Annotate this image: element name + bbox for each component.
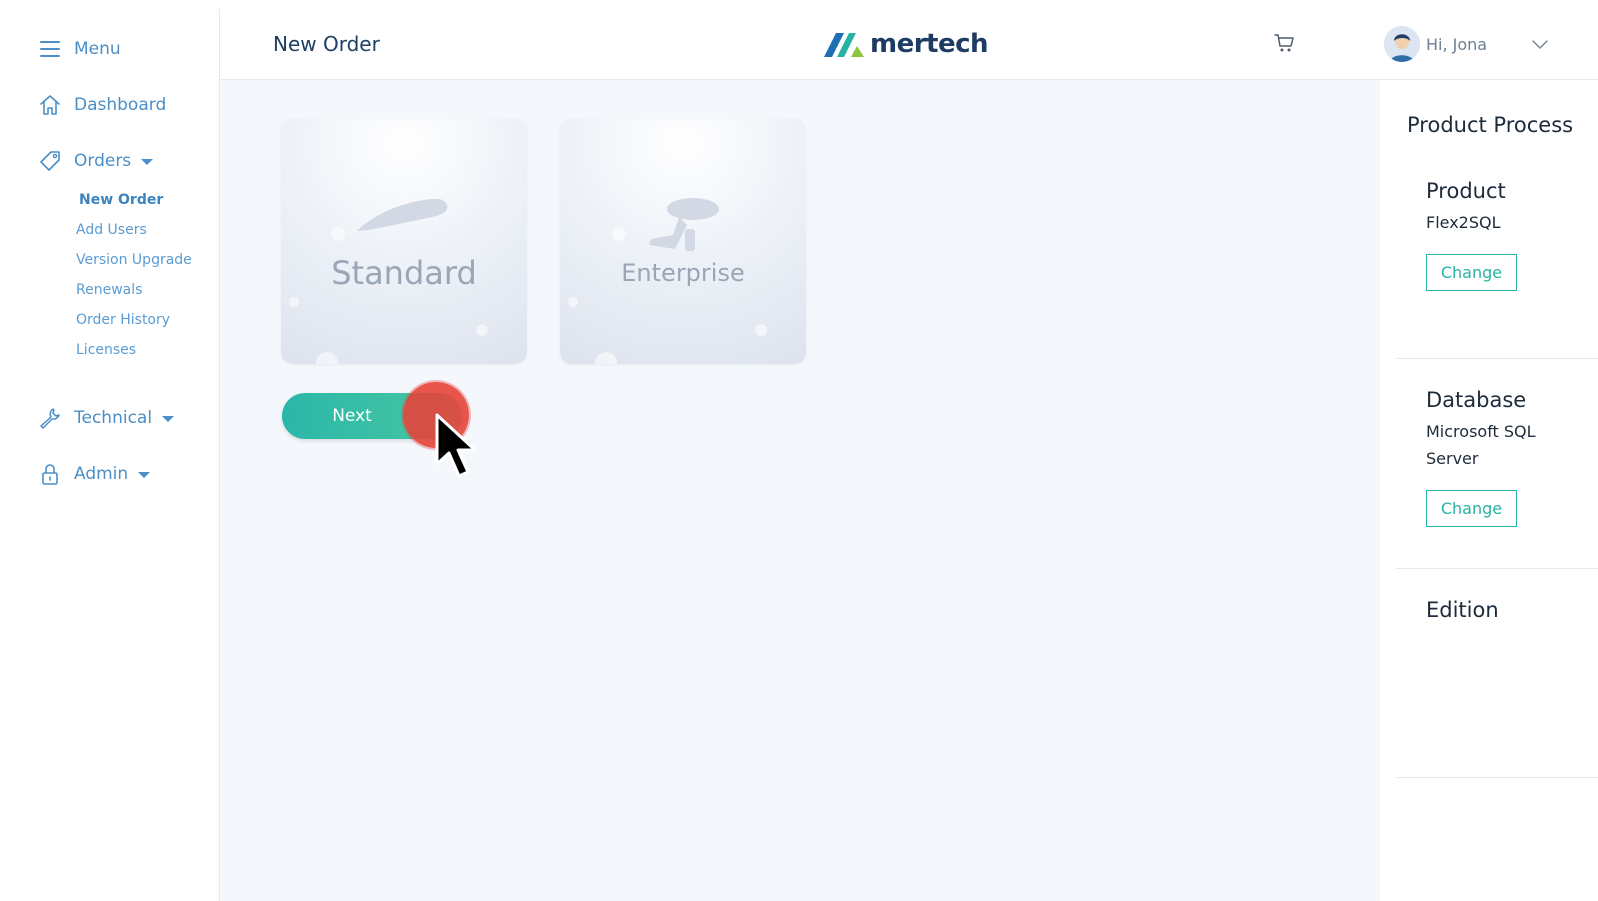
edition-label-enterprise: Enterprise: [621, 259, 745, 287]
panel-title: Product Process: [1407, 113, 1574, 137]
cart-icon: [1274, 34, 1294, 52]
database-heading: Database: [1426, 388, 1527, 412]
change-database-button[interactable]: Change: [1426, 490, 1517, 527]
next-button-label: Next: [332, 406, 372, 426]
shuttle-icon: [357, 198, 448, 231]
sidebar-item-label: Orders: [74, 151, 132, 171]
app-window: Menu Dashboard Orders New Order Add User…: [14, 9, 1598, 901]
sidebar-subitem-add-users[interactable]: Add Users: [76, 222, 147, 238]
section-divider: [1396, 568, 1598, 569]
sidebar-item-orders[interactable]: Orders: [38, 149, 154, 173]
product-value: Flex2SQL: [1426, 213, 1501, 232]
starship-icon: [649, 198, 719, 251]
page-title: New Order: [273, 32, 380, 56]
sidebar-item-admin[interactable]: Admin: [38, 462, 151, 486]
caret-down-icon: [141, 159, 154, 165]
database-value: Microsoft SQL Server: [1426, 422, 1536, 468]
menu-label: Menu: [74, 39, 121, 59]
edition-label-standard: Standard: [331, 254, 477, 292]
change-product-button[interactable]: Change: [1426, 254, 1517, 291]
cart-button[interactable]: [1274, 33, 1296, 57]
brand-logo[interactable]: mertech: [824, 29, 989, 59]
sidebar-item-technical[interactable]: Technical: [38, 406, 175, 430]
wrench-icon: [38, 406, 62, 430]
sidebar-item-label: Technical: [74, 408, 153, 428]
menu-toggle[interactable]: Menu: [38, 37, 121, 61]
sidebar-item-label: Dashboard: [74, 95, 167, 115]
sidebar-item-dashboard[interactable]: Dashboard: [38, 93, 166, 117]
sidebar-subitem-version-upgrade[interactable]: Version Upgrade: [76, 252, 192, 268]
product-process-panel: Product Process Product Flex2SQL Change …: [1380, 80, 1598, 901]
section-divider: [1396, 358, 1598, 359]
avatar: [1384, 26, 1420, 62]
tag-icon: [38, 149, 62, 173]
top-header: New Order mertech Hi, Jona: [220, 9, 1598, 80]
mouse-cursor-icon: [435, 413, 477, 478]
sidebar-subitem-order-history[interactable]: Order History: [76, 312, 170, 328]
caret-down-icon: [138, 472, 151, 478]
edition-card-enterprise[interactable]: Enterprise: [560, 119, 806, 364]
lock-icon: [38, 462, 62, 486]
user-menu[interactable]: Hi, Jona: [1384, 26, 1487, 62]
home-icon: [38, 93, 62, 117]
section-divider: [1396, 777, 1598, 778]
sidebar-subitem-new-order[interactable]: New Order: [79, 192, 163, 208]
sidebar: Menu Dashboard Orders New Order Add User…: [14, 9, 220, 901]
user-greeting: Hi, Jona: [1426, 34, 1488, 54]
hamburger-icon: [38, 37, 62, 61]
logo-text: mertech: [870, 29, 989, 59]
caret-down-icon: [162, 416, 175, 422]
sidebar-item-label: Admin: [74, 464, 129, 484]
sidebar-subitem-renewals[interactable]: Renewals: [76, 282, 142, 298]
sidebar-subitem-licenses[interactable]: Licenses: [76, 342, 136, 358]
edition-heading: Edition: [1426, 598, 1499, 622]
edition-card-standard[interactable]: Standard: [281, 119, 527, 364]
product-heading: Product: [1426, 179, 1506, 203]
chevron-down-icon: [1532, 40, 1548, 49]
user-dropdown-toggle[interactable]: [1532, 35, 1548, 54]
mertech-logo-icon: [824, 33, 864, 57]
